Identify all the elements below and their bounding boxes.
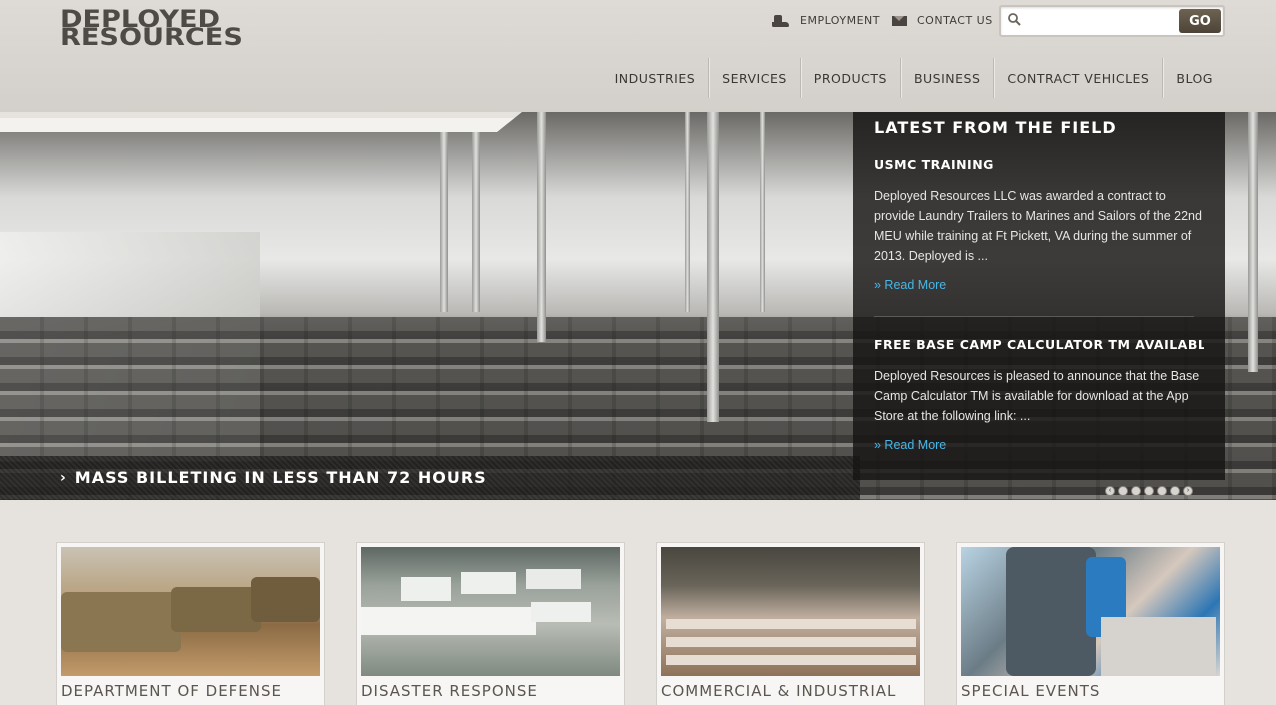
card-image-sink-station: [961, 547, 1220, 676]
hero-section: › MASS BILLETING IN LESS THAN 72 HOURS L…: [0, 100, 1276, 500]
site-header: DEPLOYED RESOURCES EMPLOYMENT CONTACT US…: [0, 0, 1276, 112]
card-image-military-vehicles: [61, 547, 320, 676]
hero-caption[interactable]: › MASS BILLETING IN LESS THAN 72 HOURS: [60, 468, 487, 487]
news-item-body: Deployed Resources LLC was awarded a con…: [874, 189, 1202, 263]
tent-pole: [707, 112, 719, 422]
card-department-of-defense[interactable]: DEPARTMENT OF DEFENSE: [56, 542, 325, 705]
card-label: SPECIAL EVENTS: [961, 682, 1101, 700]
news-panel: LATEST FROM THE FIELD USMC TRAINING Depl…: [853, 112, 1225, 480]
card-label: DISASTER RESPONSE: [361, 682, 538, 700]
employment-label: EMPLOYMENT: [800, 14, 880, 27]
tent-pole: [1248, 112, 1258, 372]
slider-dot[interactable]: [1131, 486, 1141, 496]
slider-next-button[interactable]: ›: [1183, 486, 1193, 496]
card-disaster-response[interactable]: DISASTER RESPONSE: [356, 542, 625, 705]
card-label: DEPARTMENT OF DEFENSE: [61, 682, 282, 700]
main-nav: INDUSTRIES SERVICES PRODUCTS BUSINESS CO…: [602, 58, 1226, 98]
search-go-button[interactable]: GO: [1179, 9, 1221, 33]
employment-link[interactable]: EMPLOYMENT: [770, 14, 880, 27]
chevron-right-icon: ›: [60, 469, 67, 486]
slider-prev-button[interactable]: ‹: [1105, 486, 1115, 496]
read-more-link[interactable]: » Read More: [874, 278, 946, 292]
card-image-tent-camp: [361, 547, 620, 676]
slider-dot[interactable]: [1144, 486, 1154, 496]
card-commercial-industrial[interactable]: COMMERCIAL & INDUSTRIAL: [656, 542, 925, 705]
news-item: FREE BASE CAMP CALCULATOR TM AVAILABL...…: [874, 337, 1204, 454]
news-divider: [874, 316, 1194, 317]
nav-products[interactable]: PRODUCTS: [799, 58, 900, 98]
site-logo[interactable]: DEPLOYED RESOURCES: [60, 7, 243, 51]
search-box: GO: [999, 5, 1225, 37]
tent-pole: [537, 112, 546, 342]
tent-pole: [472, 112, 480, 312]
slider-dot[interactable]: [1170, 486, 1180, 496]
card-label: COMMERCIAL & INDUSTRIAL: [661, 682, 897, 700]
nav-blog[interactable]: BLOG: [1162, 58, 1226, 98]
read-more-link[interactable]: » Read More: [874, 438, 946, 452]
news-item: USMC TRAINING Deployed Resources LLC was…: [874, 157, 1204, 294]
hero-slide-image[interactable]: › MASS BILLETING IN LESS THAN 72 HOURS L…: [0, 112, 1276, 500]
tent-pole: [440, 112, 448, 312]
search-icon: [1008, 13, 1021, 26]
industry-cards: DEPARTMENT OF DEFENSE DISASTER RESPONSE …: [56, 542, 1226, 705]
news-item-title[interactable]: USMC TRAINING: [874, 157, 1204, 172]
hero-caption-text: MASS BILLETING IN LESS THAN 72 HOURS: [74, 468, 487, 487]
slider-dot[interactable]: [1157, 486, 1167, 496]
card-image-housing-units: [661, 547, 920, 676]
nav-services[interactable]: SERVICES: [708, 58, 800, 98]
tent-pole: [760, 112, 765, 312]
slider-dot[interactable]: [1118, 486, 1128, 496]
slider-pager: ‹ ›: [1105, 486, 1193, 496]
mail-icon: [892, 15, 907, 26]
news-item-body: Deployed Resources is pleased to announc…: [874, 369, 1200, 423]
contact-us-link[interactable]: CONTACT US: [892, 14, 993, 27]
nav-industries[interactable]: INDUSTRIES: [602, 58, 709, 98]
logo-line-2: RESOURCES: [60, 23, 243, 51]
card-special-events[interactable]: SPECIAL EVENTS: [956, 542, 1225, 705]
news-panel-title: LATEST FROM THE FIELD: [874, 118, 1117, 137]
nav-contract-vehicles[interactable]: CONTRACT VEHICLES: [993, 58, 1162, 98]
boot-icon: [770, 14, 790, 27]
nav-business[interactable]: BUSINESS: [899, 58, 993, 98]
tent-pole: [685, 112, 690, 312]
news-item-title[interactable]: FREE BASE CAMP CALCULATOR TM AVAILABL...: [874, 337, 1204, 352]
hero-caption-bar: › MASS BILLETING IN LESS THAN 72 HOURS: [0, 456, 860, 500]
search-input[interactable]: [1027, 10, 1177, 32]
contact-label: CONTACT US: [917, 14, 993, 27]
